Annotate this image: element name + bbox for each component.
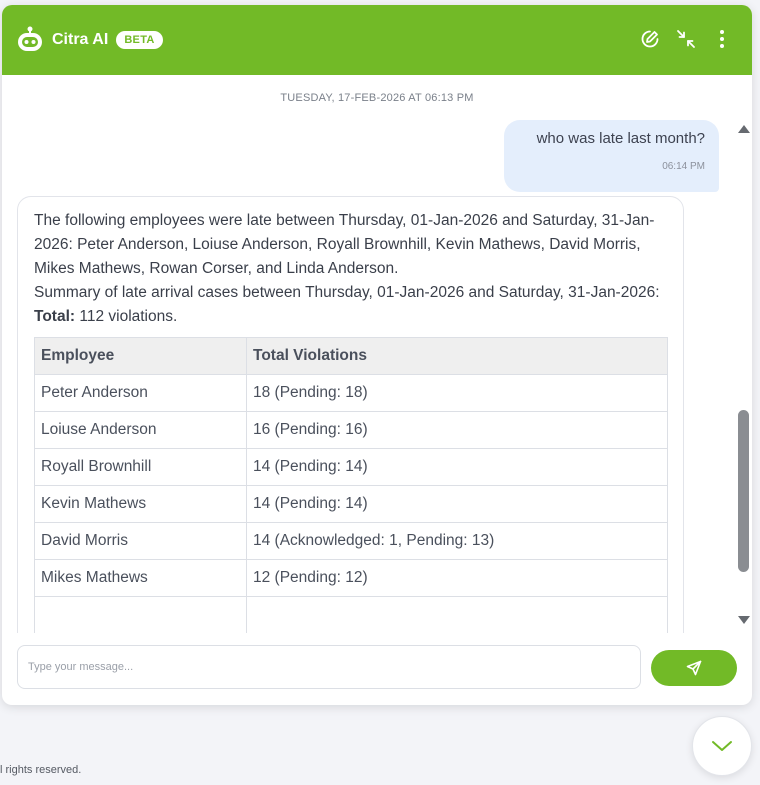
message-input[interactable] — [17, 645, 641, 689]
violations-cell: 16 (Pending: 16) — [246, 411, 668, 449]
employee-cell: Kevin Mathews — [34, 485, 247, 523]
table-row: Mikes Mathews 12 (Pending: 12) — [34, 559, 668, 597]
edit-icon — [641, 30, 659, 48]
user-message-bubble: who was late last month? 06:14 PM — [504, 120, 719, 192]
scroll-up-arrow-icon[interactable] — [738, 125, 750, 133]
chat-panel: Citra AI BETA TUESDAY, 17-FEB-2026 AT 06… — [2, 5, 752, 705]
violations-cell: 14 (Pending: 14) — [246, 485, 668, 523]
violations-cell — [246, 596, 668, 633]
collapse-chat-button[interactable] — [692, 716, 752, 776]
more-vertical-icon — [720, 30, 724, 48]
app-title: Citra AI — [52, 31, 109, 48]
header-actions — [640, 27, 732, 51]
total-value: 112 violations. — [79, 308, 178, 325]
user-message-text: who was late last month? — [536, 130, 705, 147]
table-row: David Morris 14 (Acknowledged: 1, Pendin… — [34, 522, 668, 560]
table-row: Royall Brownhill 14 (Pending: 14) — [34, 448, 668, 486]
scroll-down-arrow-icon[interactable] — [738, 616, 750, 624]
robot-logo-icon — [18, 26, 42, 51]
minimize-button[interactable] — [676, 27, 696, 51]
violations-table: Employee Total Violations Peter Anderson… — [34, 337, 668, 633]
scrollbar-thumb[interactable] — [738, 410, 749, 572]
message-scrollbar[interactable] — [736, 125, 750, 625]
table-header-row: Employee Total Violations — [34, 337, 668, 375]
footer-copyright: l rights reserved. — [0, 764, 82, 776]
beta-badge: BETA — [116, 31, 163, 49]
bot-summary-text: Summary of late arrival cases between Th… — [34, 284, 660, 301]
bot-total-line: Total: 112 violations. — [34, 305, 667, 329]
bot-intro-text: The following employees were late betwee… — [34, 212, 655, 277]
table-row: Peter Anderson 18 (Pending: 18) — [34, 374, 668, 412]
column-header-employee: Employee — [34, 337, 247, 375]
employee-cell: Loiuse Anderson — [34, 411, 247, 449]
violations-cell: 12 (Pending: 12) — [246, 559, 668, 597]
message-list[interactable]: TUESDAY, 17-FEB-2026 AT 06:13 PM who was… — [2, 75, 752, 633]
minimize-icon — [677, 30, 695, 48]
user-message-time: 06:14 PM — [662, 161, 705, 172]
violations-cell: 14 (Pending: 14) — [246, 448, 668, 486]
table-row: Kevin Mathews 14 (Pending: 14) — [34, 485, 668, 523]
violations-cell: 14 (Acknowledged: 1, Pending: 13) — [246, 522, 668, 560]
table-row — [34, 596, 668, 633]
send-button[interactable] — [651, 650, 737, 686]
employee-cell: Royall Brownhill — [34, 448, 247, 486]
chevron-down-icon — [712, 741, 732, 751]
bot-message-bubble: The following employees were late betwee… — [17, 196, 684, 633]
date-stamp: TUESDAY, 17-FEB-2026 AT 06:13 PM — [280, 92, 474, 104]
column-header-total-violations: Total Violations — [246, 337, 668, 375]
chat-header: Citra AI BETA — [2, 5, 752, 75]
violations-cell: 18 (Pending: 18) — [246, 374, 668, 412]
employee-cell — [34, 596, 247, 633]
employee-cell: Mikes Mathews — [34, 559, 247, 597]
table-row: Loiuse Anderson 16 (Pending: 16) — [34, 411, 668, 449]
employee-cell: Peter Anderson — [34, 374, 247, 412]
total-label: Total: — [34, 308, 76, 325]
send-icon — [686, 660, 702, 676]
employee-cell: David Morris — [34, 522, 247, 560]
more-options-button[interactable] — [712, 27, 732, 51]
new-chat-button[interactable] — [640, 27, 660, 51]
